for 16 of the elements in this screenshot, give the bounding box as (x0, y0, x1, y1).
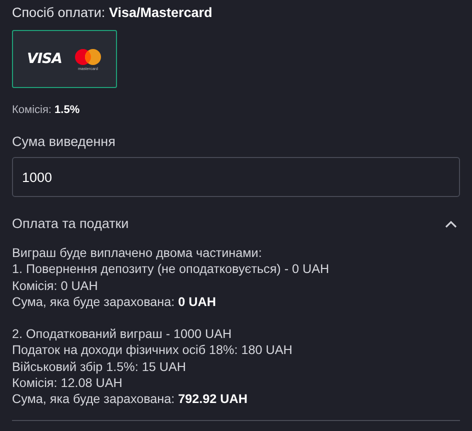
chevron-icon[interactable] (445, 220, 457, 228)
tax-info-line: 2. Оподаткований виграш - 1000 UAH (12, 326, 233, 342)
tax-info-line: 1. Повернення депозиту (не оподатковується) - 0 UAH (12, 261, 330, 278)
amount-label: Сума виведення (12, 133, 116, 151)
payment-method-label: Спосіб оплати: Visa/Mastercard (12, 4, 214, 22)
taxes-section-title[interactable]: Оплата та податки (12, 215, 129, 233)
commission-text: Комісія: 1.5% (12, 103, 81, 117)
tax-info-line: Комісія: 12.08 UAH (12, 375, 124, 392)
tax-info-line: Податок на доходи фізичних осіб 18%: 180 UAH (12, 342, 294, 359)
tax-info-line: Виграш буде виплачено двома частинами: (12, 245, 263, 262)
tax-info-line: Військовий збір 1.5%: 15 UAH (12, 358, 187, 376)
mastercard-logo-icon (74, 48, 102, 66)
tax-info-line: Комісія: 0 UAH (12, 278, 99, 294)
amount-input[interactable]: 1000 (12, 157, 460, 197)
tax-info-line: Сума, яка буде зарахована: 0 UAH (12, 294, 217, 310)
tax-info-line: Сума, яка буде зарахована: 792.92 UAH (12, 391, 248, 408)
